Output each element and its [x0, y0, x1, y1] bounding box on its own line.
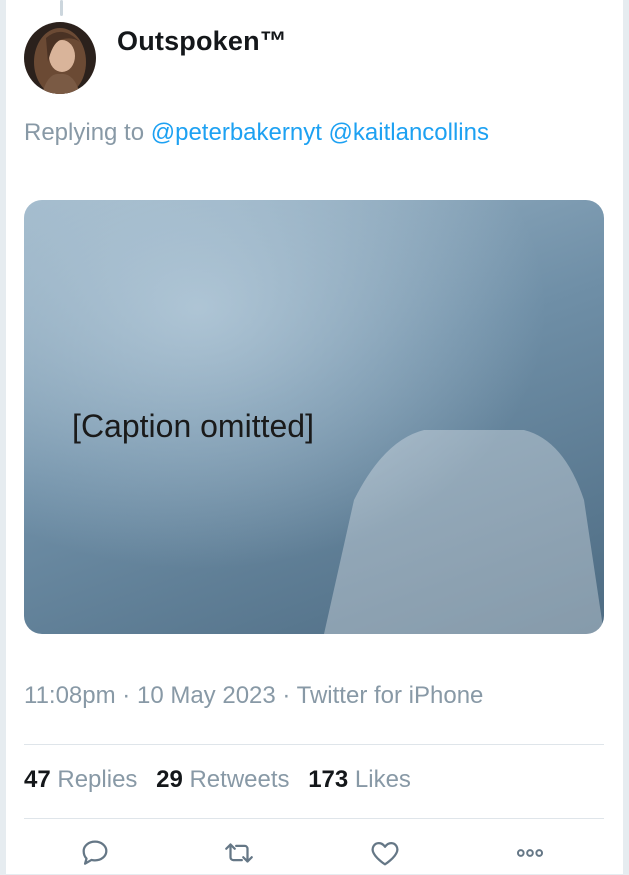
retweets-stat[interactable]: 29 Retweets — [156, 766, 296, 793]
divider — [24, 744, 604, 745]
tweet-timestamp[interactable]: 11:08pm · 10 May 2023 · Twitter for iPho… — [24, 682, 483, 710]
tweet-media[interactable]: [Caption omitted] — [24, 200, 604, 634]
heart-icon — [371, 841, 399, 866]
tweet-date: 10 May 2023 — [136, 682, 276, 709]
replies-stat[interactable]: 47 Replies — [24, 766, 144, 793]
retweet-icon — [225, 843, 253, 863]
likes-stat[interactable]: 173 Likes — [308, 766, 411, 793]
like-button[interactable] — [368, 836, 402, 870]
replying-to: Replying to @peterbakernyt @kaitlancolli… — [24, 119, 489, 147]
likes-label: Likes — [354, 766, 411, 793]
tweet-actions — [6, 832, 623, 874]
tweet-source[interactable]: Twitter for iPhone — [297, 682, 484, 709]
separator: · — [282, 682, 291, 709]
tweet-time: 11:08pm — [24, 682, 116, 709]
display-name[interactable]: Outspoken™ — [117, 26, 287, 57]
replying-to-label: Replying to — [24, 119, 145, 146]
media-caption: [Caption omitted] — [68, 406, 318, 446]
mention-link[interactable]: @peterbakernyt — [151, 119, 322, 146]
tweet-card: Outspoken™ Replying to @peterbakernyt @k… — [6, 0, 623, 874]
likes-count: 173 — [308, 766, 349, 793]
mention-link[interactable]: @kaitlancollins — [329, 119, 489, 146]
separator: · — [122, 682, 131, 709]
replies-count: 47 — [24, 766, 51, 793]
caption-line: [Caption omitted] — [72, 408, 314, 444]
retweet-button[interactable] — [222, 836, 256, 870]
tweet-stats: 47 Replies 29 Retweets 173 Likes — [24, 766, 423, 794]
retweets-count: 29 — [156, 766, 183, 793]
more-icon — [516, 849, 544, 857]
thread-connector — [60, 0, 63, 16]
reply-icon — [82, 840, 108, 865]
reply-button[interactable] — [78, 836, 112, 870]
replies-label: Replies — [57, 766, 138, 793]
retweets-label: Retweets — [189, 766, 290, 793]
more-button[interactable] — [513, 836, 547, 870]
avatar[interactable] — [24, 22, 96, 94]
divider — [24, 818, 604, 819]
